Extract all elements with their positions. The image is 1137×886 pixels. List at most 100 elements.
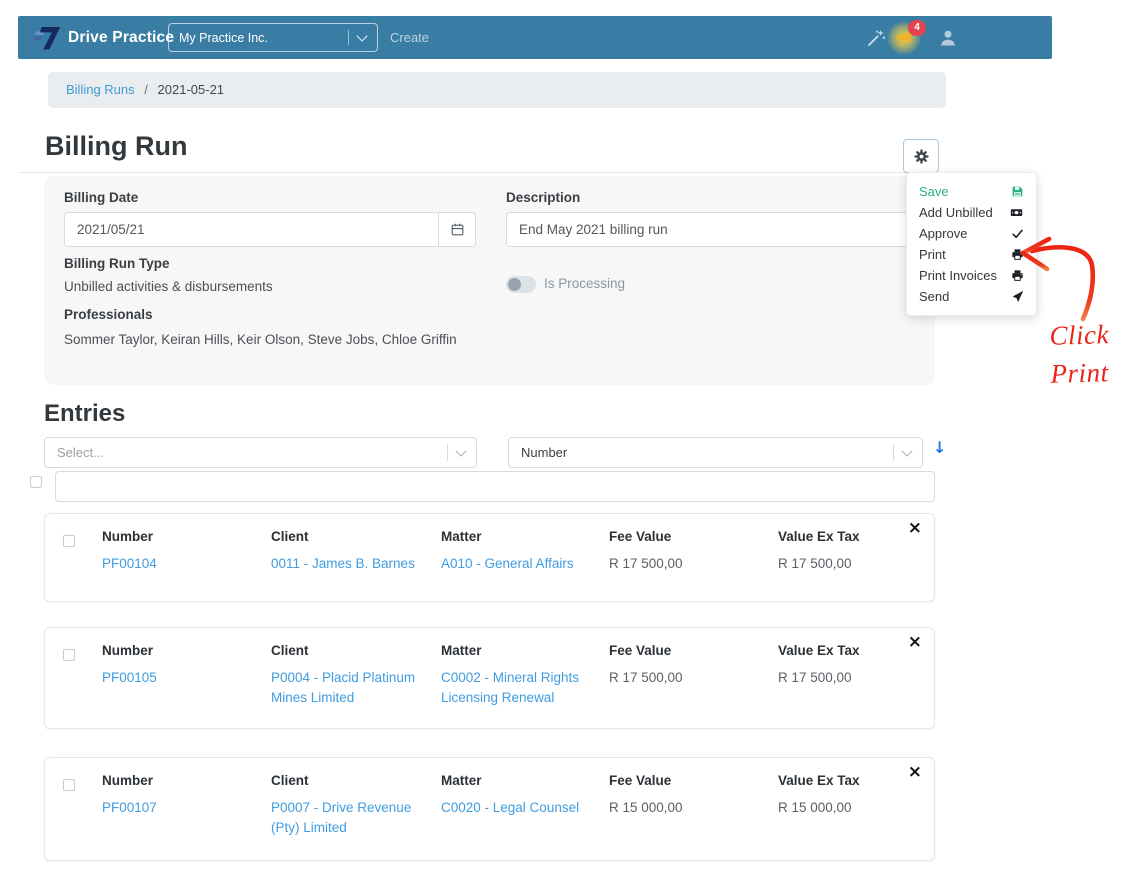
column-header-matter: Matter xyxy=(441,529,599,544)
breadcrumb-separator: / xyxy=(144,82,148,97)
entry-card-3: Number PF00107 Client P0007 - Drive Reve… xyxy=(44,757,935,861)
column-header-number: Number xyxy=(102,643,252,658)
entries-sort-field-value: Number xyxy=(509,445,893,460)
entry-client-link[interactable]: P0007 - Drive Revenue (Pty) Limited xyxy=(271,798,431,837)
professionals-value: Sommer Taylor, Keiran Hills, Keir Olson,… xyxy=(64,332,457,347)
page-title: Billing Run xyxy=(45,131,187,162)
annotation-line2: Print xyxy=(1050,353,1110,393)
remove-entry-button[interactable]: × xyxy=(906,518,924,539)
column-header-fee-value: Fee Value xyxy=(609,529,739,544)
entry-number-link[interactable]: PF00105 xyxy=(102,668,252,688)
entry-number-link[interactable]: PF00107 xyxy=(102,798,252,818)
entry-matter-link[interactable]: C0020 - Legal Counsel xyxy=(441,798,599,818)
divider xyxy=(893,444,894,461)
billing-run-form-panel: Billing Date Description Billing Run Typ… xyxy=(44,176,935,385)
entry-2-checkbox[interactable] xyxy=(63,649,75,661)
description-label: Description xyxy=(506,190,580,205)
entries-title: Entries xyxy=(44,400,125,428)
title-divider xyxy=(20,172,946,173)
annotation-text: Click Print xyxy=(1049,315,1110,393)
toggle-knob xyxy=(508,278,521,291)
billing-run-type-value: Unbilled activities & disbursements xyxy=(64,279,273,294)
column-header-value-ex-tax: Value Ex Tax xyxy=(778,529,913,544)
column-header-client: Client xyxy=(271,773,431,788)
column-header-number: Number xyxy=(102,529,252,544)
column-header-fee-value: Fee Value xyxy=(609,773,739,788)
column-header-client: Client xyxy=(271,529,431,544)
select-all-checkbox[interactable] xyxy=(30,476,42,488)
nav-create-link[interactable]: Create xyxy=(390,16,429,59)
entries-search-input[interactable] xyxy=(55,471,935,502)
column-header-client: Client xyxy=(271,643,431,658)
entry-number-link[interactable]: PF00104 xyxy=(102,554,252,574)
entries-filter-placeholder: Select... xyxy=(45,445,447,460)
brand-name: Drive Practice xyxy=(68,16,174,59)
sort-direction-icon[interactable]: ↓ xyxy=(933,440,946,456)
entry-card-2: Number PF00105 Client P0004 - Placid Pla… xyxy=(44,627,935,729)
menu-item-print-invoices[interactable]: Print Invoices xyxy=(907,265,1036,286)
money-icon xyxy=(1009,206,1024,219)
entry-1-checkbox[interactable] xyxy=(63,535,75,547)
entry-fee-value: R 15 000,00 xyxy=(609,798,739,818)
notification-badge: 4 xyxy=(908,20,926,36)
billing-run-type-label: Billing Run Type xyxy=(64,256,170,271)
chevron-down-icon xyxy=(901,445,912,456)
divider xyxy=(348,30,349,45)
entry-fee-value: R 17 500,00 xyxy=(609,554,739,574)
professionals-label: Professionals xyxy=(64,307,153,322)
top-navbar: Drive Practice My Practice Inc. Create 4 xyxy=(18,16,1052,59)
is-processing-toggle[interactable] xyxy=(506,276,536,293)
chevron-down-icon xyxy=(356,30,367,41)
user-profile-icon[interactable] xyxy=(938,28,958,48)
menu-item-save[interactable]: Save xyxy=(907,181,1036,202)
entry-3-checkbox[interactable] xyxy=(63,779,75,791)
send-icon xyxy=(1011,290,1024,303)
entry-matter-link[interactable]: A010 - General Affairs xyxy=(441,554,599,574)
divider xyxy=(447,444,448,461)
entries-filter-select[interactable]: Select... xyxy=(44,437,477,468)
remove-entry-button[interactable]: × xyxy=(906,632,924,653)
billing-date-input[interactable] xyxy=(64,212,438,247)
entry-client-link[interactable]: 0011 - James B. Barnes xyxy=(271,554,431,574)
breadcrumb: Billing Runs / 2021-05-21 xyxy=(48,72,946,108)
entry-fee-value: R 17 500,00 xyxy=(609,668,739,688)
entry-matter-link[interactable]: C0002 - Mineral Rights Licensing Renewal xyxy=(441,668,599,707)
save-icon xyxy=(1011,185,1024,198)
page: Drive Practice My Practice Inc. Create 4 xyxy=(0,0,1137,886)
entry-value-ex-tax: R 17 500,00 xyxy=(778,668,913,688)
printer-icon xyxy=(1011,269,1024,282)
is-processing-label: Is Processing xyxy=(544,276,625,291)
menu-item-add-unbilled[interactable]: Add Unbilled xyxy=(907,202,1036,223)
entries-sort-field-select[interactable]: Number xyxy=(508,437,923,468)
column-header-matter: Matter xyxy=(441,643,599,658)
entry-card-1: Number PF00104 Client 0011 - James B. Ba… xyxy=(44,513,935,602)
breadcrumb-current: 2021-05-21 xyxy=(158,82,225,97)
entry-value-ex-tax: R 15 000,00 xyxy=(778,798,913,818)
gear-icon xyxy=(913,148,930,165)
breadcrumb-billing-runs-link[interactable]: Billing Runs xyxy=(66,82,135,97)
check-icon xyxy=(1011,227,1024,240)
calendar-icon xyxy=(450,222,465,237)
description-input[interactable] xyxy=(506,212,915,247)
actions-dropdown-menu: Save Add Unbilled Approve xyxy=(906,172,1037,316)
entry-client-link[interactable]: P0004 - Placid Platinum Mines Limited xyxy=(271,668,431,707)
practice-selector[interactable]: My Practice Inc. xyxy=(168,23,378,52)
column-header-fee-value: Fee Value xyxy=(609,643,739,658)
billing-date-label: Billing Date xyxy=(64,190,138,205)
practice-selector-value: My Practice Inc. xyxy=(169,31,348,45)
actions-gear-button[interactable] xyxy=(903,139,939,173)
menu-item-send[interactable]: Send xyxy=(907,286,1036,307)
menu-item-approve[interactable]: Approve xyxy=(907,223,1036,244)
magic-wand-icon[interactable] xyxy=(866,28,886,48)
column-header-value-ex-tax: Value Ex Tax xyxy=(778,773,913,788)
column-header-matter: Matter xyxy=(441,773,599,788)
column-header-value-ex-tax: Value Ex Tax xyxy=(778,643,913,658)
chevron-down-icon xyxy=(455,445,466,456)
annotation-line1: Click xyxy=(1049,315,1109,355)
entry-value-ex-tax: R 17 500,00 xyxy=(778,554,913,574)
menu-item-print[interactable]: Print xyxy=(907,244,1036,265)
remove-entry-button[interactable]: × xyxy=(906,762,924,783)
printer-icon xyxy=(1011,248,1024,261)
calendar-picker-button[interactable] xyxy=(438,212,476,247)
drive-practice-logo-icon xyxy=(32,25,62,51)
